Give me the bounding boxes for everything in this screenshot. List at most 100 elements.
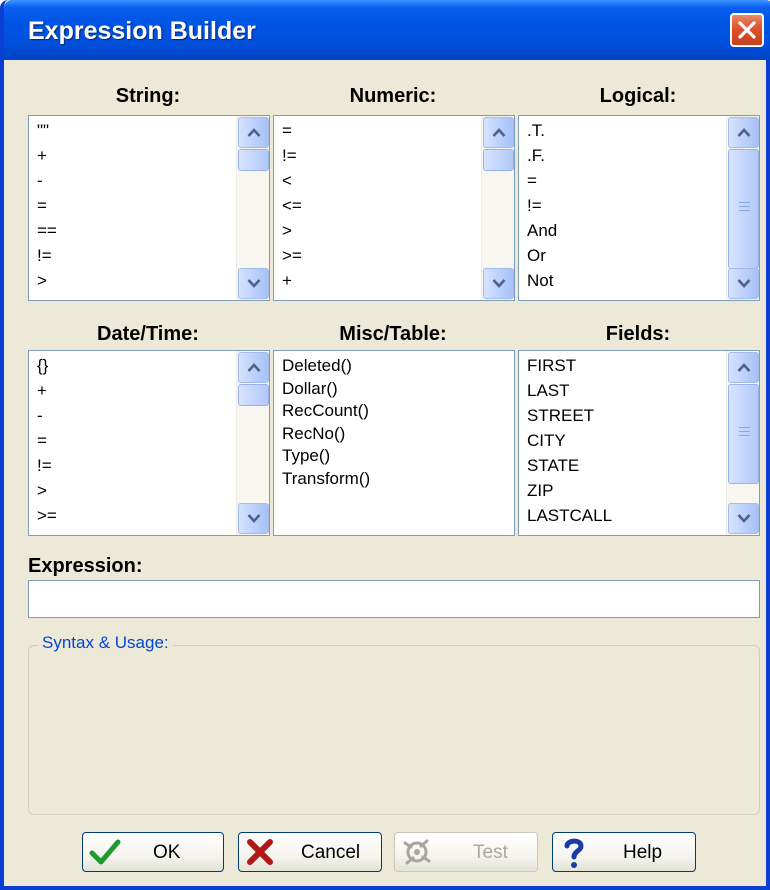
help-label: Help [623,842,663,863]
list-item[interactable]: < [282,168,480,193]
scroll-thumb[interactable] [238,149,269,171]
list-item[interactable]: > [37,478,235,503]
list-item[interactable]: >= [37,503,235,528]
list-item[interactable]: - [37,168,235,193]
list-item[interactable]: + [37,143,235,168]
ok-button[interactable]: OK [82,832,224,872]
scroll-down-button[interactable] [238,268,269,299]
numeric-label: Numeric: [349,85,437,107]
list-item[interactable]: >= [282,243,480,268]
list-item[interactable]: And [527,218,725,243]
list-item[interactable]: Dollar() [282,378,480,401]
title-bar[interactable]: Expression Builder [4,0,770,60]
vertical-scrollbar[interactable] [726,116,759,300]
list-item[interactable]: {} [37,353,235,378]
datetime-listbox[interactable]: {} + - = != > >= [28,350,270,536]
help-button[interactable]: Help [552,832,696,872]
chevron-up-icon [247,128,261,137]
list-item[interactable]: Deleted() [282,355,480,378]
list-item[interactable]: = [37,193,235,218]
list-item[interactable]: != [527,193,725,218]
list-item[interactable]: = [37,428,235,453]
list-item[interactable]: Type() [282,445,480,468]
syntax-usage-groupbox [28,645,760,815]
vertical-scrollbar[interactable] [236,116,269,300]
ok-label: OK [153,842,181,863]
scroll-thumb[interactable] [728,149,759,269]
list-item[interactable]: Transform() [282,468,480,491]
list-item[interactable]: + [37,378,235,403]
chevron-up-icon [737,128,751,137]
list-item[interactable]: == [37,218,235,243]
list-item[interactable]: != [37,453,235,478]
list-item[interactable]: Not [527,268,725,293]
scroll-up-button[interactable] [483,117,514,148]
chevron-down-icon [737,514,751,523]
vertical-scrollbar[interactable] [481,116,514,300]
scroll-down-button[interactable] [483,268,514,299]
chevron-up-icon [247,363,261,372]
chevron-up-icon [492,128,506,137]
string-label: String: [115,85,181,107]
list-item[interactable]: <= [282,193,480,218]
list-item[interactable]: != [37,243,235,268]
close-button[interactable] [730,13,764,47]
fields-label: Fields: [605,323,671,345]
list-item[interactable]: STATE [527,453,725,478]
list-item[interactable]: LAST [527,378,725,403]
list-item[interactable]: CITY [527,428,725,453]
chevron-down-icon [737,279,751,288]
scroll-up-button[interactable] [238,352,269,383]
list-item[interactable]: Or [527,243,725,268]
chevron-down-icon [247,514,261,523]
list-item[interactable]: LASTCALL [527,503,725,528]
misc-table-listbox[interactable]: Deleted() Dollar() RecCount() RecNo() Ty… [273,350,515,536]
chevron-down-icon [247,279,261,288]
scroll-thumb[interactable] [238,384,269,406]
cancel-label: Cancel [301,842,361,863]
vertical-scrollbar[interactable] [726,351,759,535]
syntax-usage-label: Syntax & Usage: [38,633,173,653]
scroll-up-button[interactable] [238,117,269,148]
test-label: Test [473,842,508,863]
list-item[interactable]: > [282,218,480,243]
close-icon [738,21,756,39]
list-item[interactable]: ZIP [527,478,725,503]
datetime-label: Date/Time: [97,323,199,345]
list-item[interactable]: .T. [527,118,725,143]
expression-label: Expression: [28,555,143,577]
check-icon [89,839,121,865]
fields-listbox[interactable]: FIRST LAST STREET CITY STATE ZIP LASTCAL… [518,350,760,536]
list-item[interactable]: RecCount() [282,400,480,423]
numeric-listbox[interactable]: = != < <= > >= + [273,115,515,301]
scroll-thumb[interactable] [728,384,759,484]
list-item[interactable]: FIRST [527,353,725,378]
list-item[interactable]: + [282,268,480,293]
window-title: Expression Builder [28,17,256,45]
logical-listbox[interactable]: .T. .F. = != And Or Not [518,115,760,301]
cancel-button[interactable]: Cancel [238,832,382,872]
x-icon [247,839,273,865]
scroll-down-button[interactable] [728,268,759,299]
list-item[interactable]: .F. [527,143,725,168]
list-item[interactable]: "" [37,118,235,143]
scroll-up-button[interactable] [728,352,759,383]
list-item[interactable]: - [37,403,235,428]
list-item[interactable]: STREET [527,403,725,428]
expression-input[interactable] [28,580,760,618]
list-item[interactable]: = [527,168,725,193]
scroll-down-button[interactable] [238,503,269,534]
test-button[interactable]: Test [394,832,538,872]
list-item[interactable]: = [282,118,480,143]
scroll-up-button[interactable] [728,117,759,148]
test-icon [403,839,431,865]
scroll-thumb[interactable] [483,149,514,171]
list-item[interactable]: RecNo() [282,423,480,446]
vertical-scrollbar[interactable] [236,351,269,535]
chevron-up-icon [737,363,751,372]
misc-table-label: Misc/Table: [339,323,447,345]
list-item[interactable]: != [282,143,480,168]
string-listbox[interactable]: "" + - = == != > [28,115,270,301]
scroll-down-button[interactable] [728,503,759,534]
list-item[interactable]: > [37,268,235,293]
